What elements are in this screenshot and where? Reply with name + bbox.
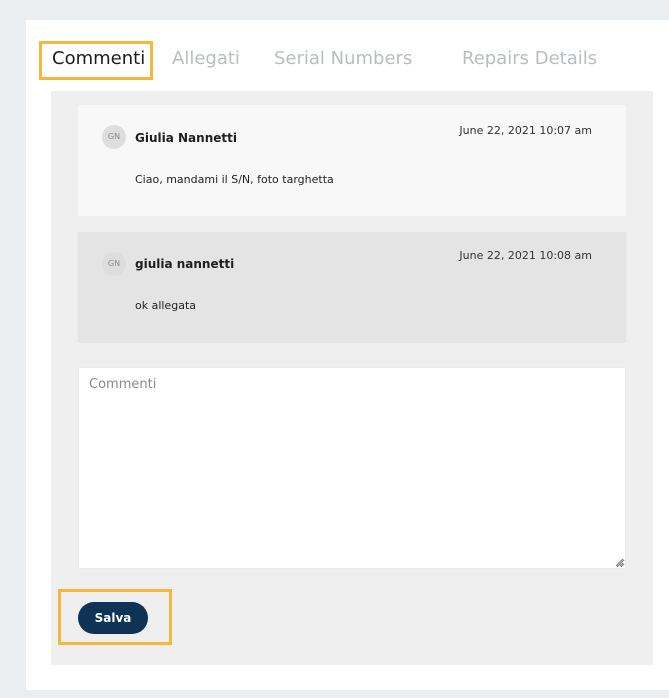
- comment-input[interactable]: [78, 367, 626, 569]
- comment-author: giulia nannetti: [135, 257, 235, 271]
- comment-date: June 22, 2021 10:07 am: [459, 124, 592, 137]
- avatar: GN: [102, 125, 126, 149]
- resize-handle-icon[interactable]: [614, 557, 624, 567]
- comment-date: June 22, 2021 10:08 am: [459, 249, 592, 262]
- comment-item: GN giulia nannetti June 22, 2021 10:08 a…: [78, 232, 626, 343]
- tab-serial-numbers[interactable]: Serial Numbers: [274, 48, 412, 69]
- tab-repairs-details[interactable]: Repairs Details: [462, 48, 597, 69]
- tab-allegati[interactable]: Allegati: [172, 48, 240, 69]
- comment-item: GN Giulia Nannetti June 22, 2021 10:07 a…: [78, 105, 626, 216]
- comment-author: Giulia Nannetti: [135, 131, 237, 145]
- tab-commenti[interactable]: Commenti: [52, 48, 145, 69]
- comment-text: ok allegata: [135, 299, 196, 312]
- avatar: GN: [102, 252, 126, 276]
- save-button[interactable]: Salva: [78, 602, 148, 634]
- comment-text: Ciao, mandami il S/N, foto targhetta: [135, 173, 334, 186]
